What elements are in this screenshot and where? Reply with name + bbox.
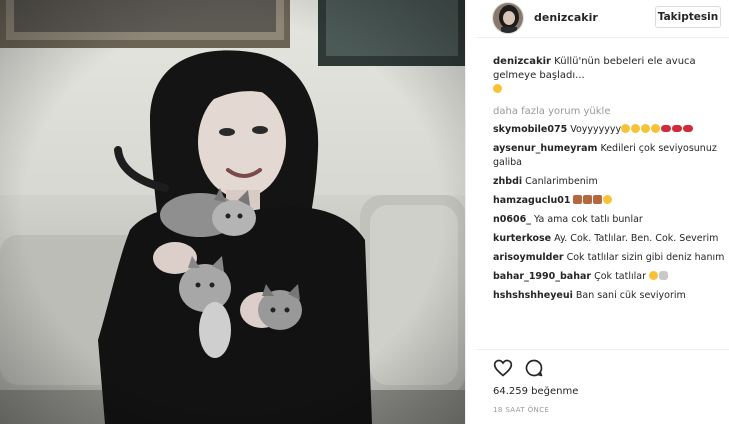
load-more-comments-link[interactable]: daha fazla yorum yükle	[493, 105, 725, 119]
comment-username[interactable]: n0606_	[493, 214, 531, 225]
comment-username[interactable]: hamzaguclu01	[493, 195, 570, 206]
emoji-icon	[672, 125, 683, 132]
likes-count[interactable]: 64.259 beğenme	[493, 386, 578, 397]
comment-item: hshshshheyeui Ban sani cük seviyorim	[493, 289, 725, 303]
emoji-icon	[683, 125, 694, 132]
comment-text: Ya ama cok tatlı bunlar	[530, 214, 643, 225]
comment-username[interactable]: kurterkose	[493, 233, 551, 244]
comment-item: kurterkose Ay. Cok. Tatlılar. Ben. Cok. …	[493, 232, 725, 246]
emoji-icon	[659, 271, 669, 280]
comment-item: n0606_ Ya ama cok tatlı bunlar	[493, 213, 725, 227]
comments-list[interactable]: denizcakir Küllü'nün bebeleri ele avuca …	[493, 55, 725, 347]
comment-username[interactable]: zhbdi	[493, 176, 522, 187]
like-icon[interactable]	[493, 358, 513, 378]
comment-item: skymobile075 Voyyyyyyy	[493, 123, 725, 137]
comment-text: Çok tatlılar	[591, 271, 650, 282]
caption-username[interactable]: denizcakir	[493, 56, 551, 67]
comment-text: Ban sani cük seviyorim	[572, 290, 686, 301]
post-photo[interactable]	[0, 0, 466, 424]
emoji-icon	[661, 125, 672, 132]
emoji-icon	[649, 271, 659, 280]
post-header: denizcakir Takiptesin	[476, 0, 729, 38]
comment-text: Cok tatlılar sizin gibi deniz hanım	[563, 252, 725, 263]
comment-text: Canlarimbenim	[522, 176, 598, 187]
post-sidebar: denizcakir Takiptesin denizcakir Küllü'n…	[476, 0, 729, 424]
comment-username[interactable]: bahar_1990_bahar	[493, 271, 591, 282]
comment-text: Ay. Cok. Tatlılar. Ben. Cok. Severim	[551, 233, 719, 244]
comment-item: aysenur_humeyram Kedileri çok seviyosunu…	[493, 142, 725, 170]
emoji-icon	[631, 124, 641, 133]
comment-item: zhbdi Canlarimbenim	[493, 175, 725, 189]
emoji-icon	[583, 195, 593, 204]
emoji-icon	[593, 195, 603, 204]
comment-username[interactable]: hshshshheyeui	[493, 290, 573, 301]
emoji-icon	[621, 124, 631, 133]
emoji-icon	[493, 84, 502, 93]
emoji-icon	[603, 195, 613, 204]
post-caption: denizcakir Küllü'nün bebeleri ele avuca …	[493, 55, 725, 97]
comment-username[interactable]: arisoymulder	[493, 252, 564, 263]
comment-item: arisoymulder Cok tatlılar sizin gibi den…	[493, 251, 725, 265]
comment-item: bahar_1990_bahar Çok tatlılar	[493, 270, 725, 284]
comment-item: hamzaguclu01	[493, 194, 725, 208]
comment-text: Voyyyyyyy	[567, 124, 622, 135]
comment-username[interactable]: aysenur_humeyram	[493, 143, 597, 154]
emoji-icon	[573, 195, 583, 204]
emoji-icon	[651, 124, 661, 133]
emoji-icon	[641, 124, 651, 133]
comment-icon[interactable]	[524, 358, 544, 378]
comment-username[interactable]: skymobile075	[493, 124, 567, 135]
following-button[interactable]: Takiptesin	[655, 6, 721, 28]
post-timestamp: 18 SAAT ÖNCE	[493, 406, 550, 414]
avatar[interactable]	[492, 2, 524, 34]
post-username[interactable]: denizcakir	[534, 11, 598, 24]
divider	[476, 349, 729, 350]
